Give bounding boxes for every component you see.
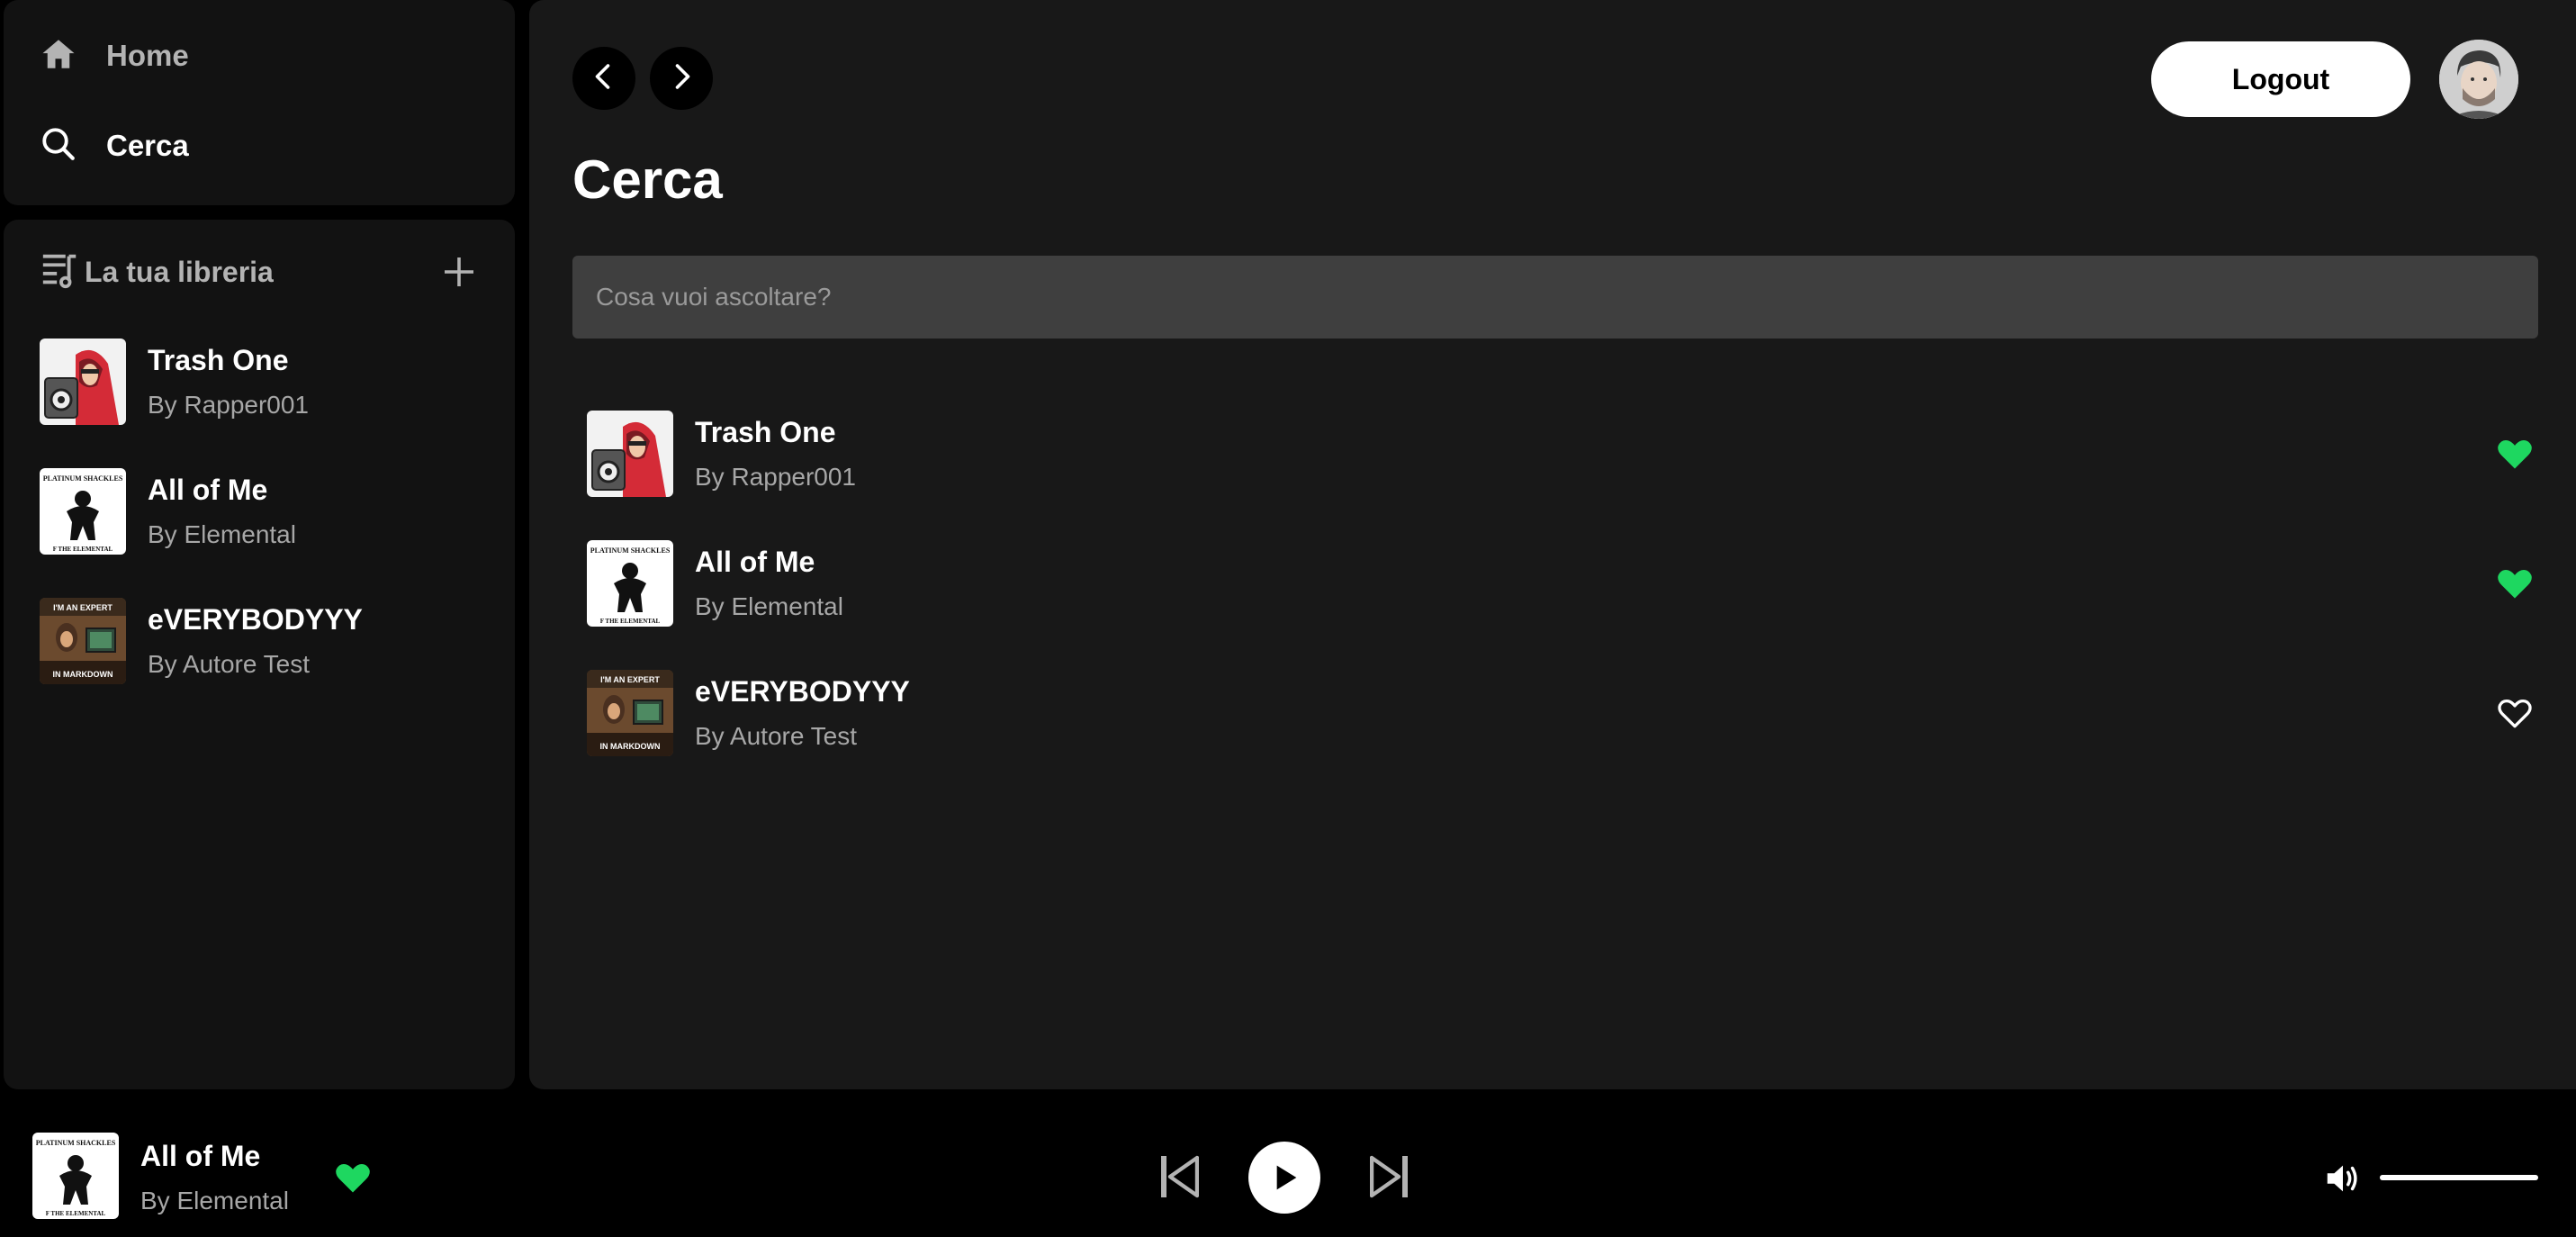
svg-text:I'M AN EXPERT: I'M AN EXPERT bbox=[600, 675, 660, 684]
previous-button[interactable] bbox=[1159, 1154, 1200, 1199]
now-playing-title: All of Me bbox=[140, 1140, 261, 1172]
svg-text:PLATINUM SHACKLES: PLATINUM SHACKLES bbox=[590, 546, 671, 555]
forward-button[interactable] bbox=[650, 47, 713, 110]
track-artist: By Autore Test bbox=[695, 722, 858, 750]
like-button[interactable] bbox=[2495, 693, 2535, 733]
svg-text:F THE ELEMENTAL: F THE ELEMENTAL bbox=[53, 546, 113, 553]
heart-filled-icon bbox=[336, 1163, 370, 1193]
heart-filled-icon bbox=[2498, 439, 2532, 469]
track-artist: By Elemental bbox=[148, 520, 296, 548]
svg-text:PLATINUM SHACKLES: PLATINUM SHACKLES bbox=[36, 1139, 116, 1147]
cover-trash-one bbox=[587, 411, 673, 497]
track-title: All of Me bbox=[695, 546, 815, 578]
next-button[interactable] bbox=[1369, 1154, 1410, 1199]
track-artist: By Rapper001 bbox=[148, 391, 310, 419]
add-playlist-icon[interactable] bbox=[437, 250, 481, 293]
avatar[interactable] bbox=[2439, 40, 2518, 119]
library-header: La tua libreria bbox=[40, 245, 481, 299]
cover-trash-one bbox=[40, 339, 126, 425]
chevron-left-icon bbox=[588, 60, 620, 97]
play-icon bbox=[1276, 1165, 1297, 1190]
now-playing-like-button[interactable] bbox=[333, 1158, 373, 1197]
home-icon bbox=[40, 35, 77, 77]
now-playing-cover: PLATINUM SHACKLES F THE ELEMENTAL bbox=[32, 1133, 119, 1219]
heart-filled-icon bbox=[2498, 569, 2532, 599]
cover-everybodyyy: I'M AN EXPERT IN MARKDOWN bbox=[40, 598, 126, 684]
track-title: eVERYBODYYY bbox=[148, 603, 363, 636]
svg-text:IN MARKDOWN: IN MARKDOWN bbox=[600, 742, 661, 751]
volume-slider-fill bbox=[2380, 1175, 2538, 1180]
track-title: Trash One bbox=[148, 344, 289, 376]
library-item-trash-one[interactable]: Trash One By Rapper001 bbox=[40, 339, 309, 425]
svg-text:PLATINUM SHACKLES: PLATINUM SHACKLES bbox=[43, 474, 123, 483]
library-icon[interactable] bbox=[40, 249, 81, 295]
track-artist: By Elemental bbox=[695, 592, 843, 620]
library-item-all-of-me[interactable]: PLATINUM SHACKLES F THE ELEMENTAL All of… bbox=[40, 468, 296, 555]
like-button[interactable] bbox=[2495, 434, 2535, 474]
page-title: Cerca bbox=[572, 149, 723, 210]
svg-text:I'M AN EXPERT: I'M AN EXPERT bbox=[53, 603, 113, 612]
now-playing-artist: By Elemental bbox=[140, 1187, 289, 1214]
nav-item-search[interactable]: Cerca bbox=[40, 117, 189, 175]
library-item-everybodyyy[interactable]: I'M AN EXPERT IN MARKDOWN eVERYBODYYY By… bbox=[40, 598, 363, 684]
track-artist: By Rapper001 bbox=[695, 463, 857, 491]
like-button[interactable] bbox=[2495, 564, 2535, 603]
result-item-all-of-me[interactable]: PLATINUM SHACKLES F THE ELEMENTAL All of… bbox=[587, 540, 843, 627]
cover-everybodyyy: I'M AN EXPERT IN MARKDOWN bbox=[587, 670, 673, 756]
library-title: La tua libreria bbox=[85, 255, 274, 288]
logout-button[interactable]: Logout bbox=[2151, 41, 2410, 117]
result-item-everybodyyy[interactable]: I'M AN EXPERT IN MARKDOWN eVERYBODYYY By… bbox=[587, 670, 910, 756]
svg-text:F THE ELEMENTAL: F THE ELEMENTAL bbox=[600, 618, 661, 625]
search-input[interactable] bbox=[572, 256, 2538, 339]
track-title: Trash One bbox=[695, 416, 836, 448]
svg-text:F THE ELEMENTAL: F THE ELEMENTAL bbox=[46, 1210, 106, 1217]
cover-all-of-me: PLATINUM SHACKLES F THE ELEMENTAL bbox=[587, 540, 673, 627]
back-button[interactable] bbox=[572, 47, 635, 110]
volume-slider[interactable] bbox=[2380, 1175, 2538, 1180]
skip-forward-icon bbox=[1369, 1155, 1408, 1198]
nav-search-label: Cerca bbox=[106, 129, 189, 162]
svg-text:IN MARKDOWN: IN MARKDOWN bbox=[53, 670, 113, 679]
skip-back-icon bbox=[1161, 1155, 1200, 1198]
nav-item-home[interactable]: Home bbox=[40, 27, 189, 85]
play-button[interactable] bbox=[1248, 1142, 1320, 1214]
search-icon bbox=[40, 125, 77, 167]
track-title: All of Me bbox=[148, 474, 268, 506]
chevron-right-icon bbox=[665, 60, 698, 97]
volume-icon[interactable] bbox=[2322, 1158, 2364, 1199]
nav-home-label: Home bbox=[106, 39, 189, 72]
heart-outline-icon bbox=[2498, 699, 2532, 728]
track-artist: By Autore Test bbox=[148, 650, 311, 678]
cover-all-of-me: PLATINUM SHACKLES F THE ELEMENTAL bbox=[40, 468, 126, 555]
track-title: eVERYBODYYY bbox=[695, 675, 910, 708]
result-item-trash-one[interactable]: Trash One By Rapper001 bbox=[587, 411, 856, 497]
